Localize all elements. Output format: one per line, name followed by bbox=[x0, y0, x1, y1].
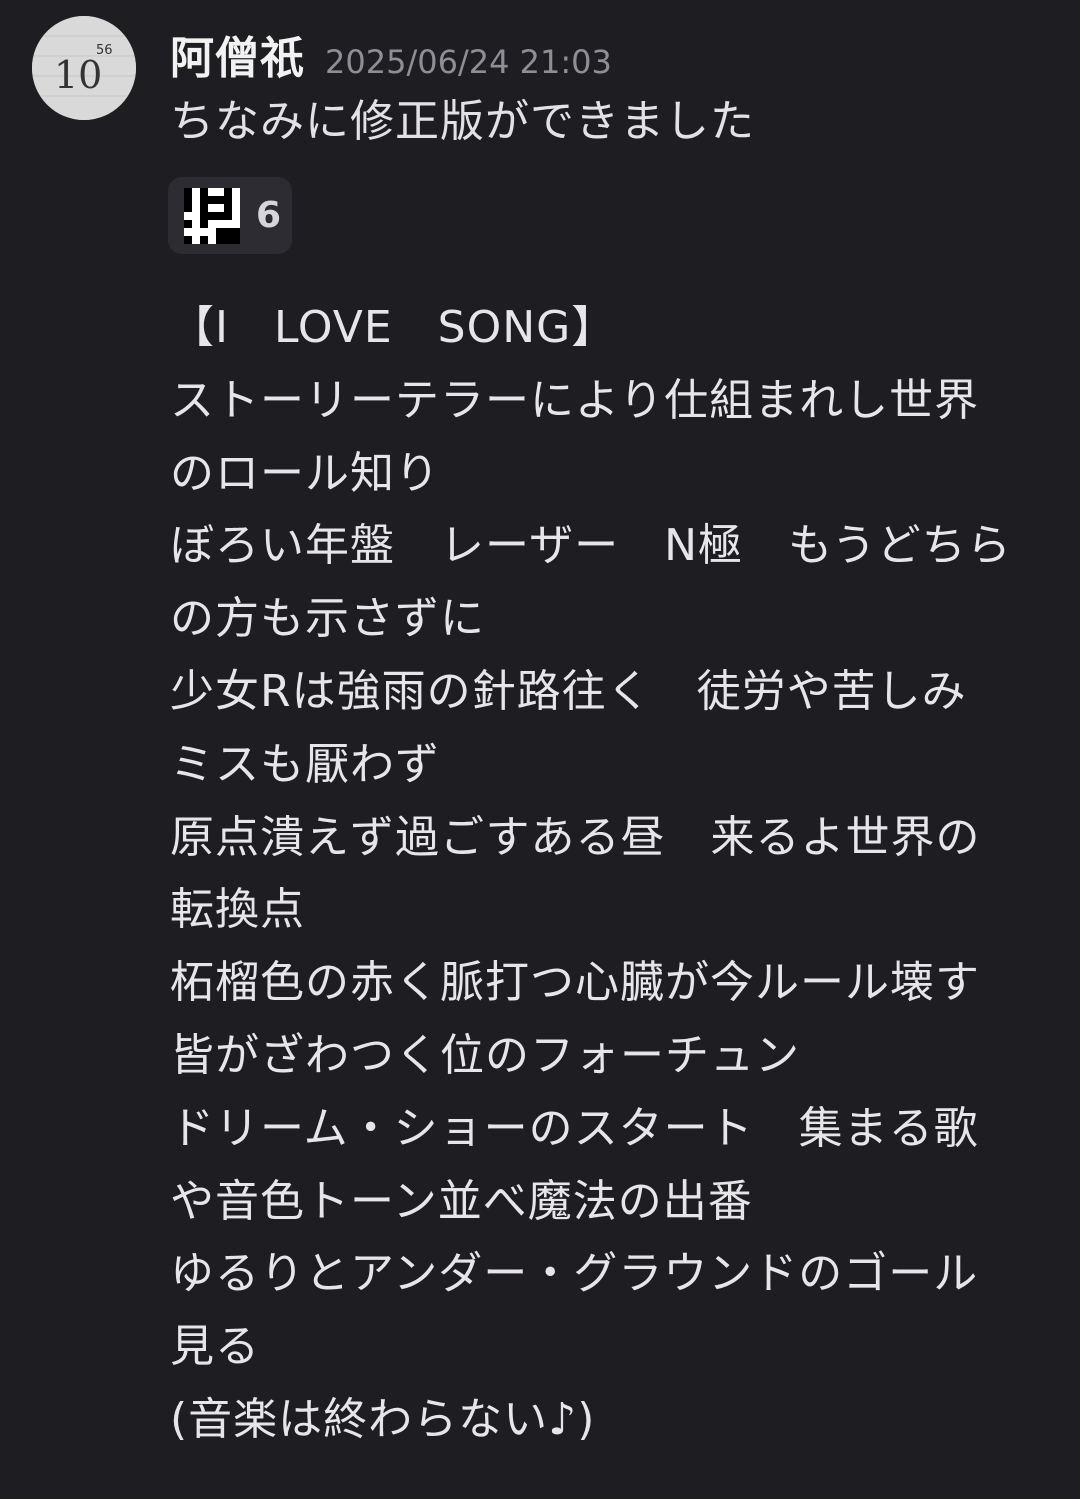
message-header: 阿僧祇 2025/06/24 21:03 bbox=[170, 22, 612, 86]
lyric-line: ストーリーテラーにより仕組まれし世界 bbox=[170, 374, 980, 426]
avatar-superscript: 56 bbox=[96, 43, 113, 58]
lyric-line: ゆるりとアンダー・グラウンドのゴール bbox=[170, 1248, 979, 1300]
message-text: ちなみに修正版ができました bbox=[170, 96, 755, 147]
lyric-line: ぼろい年盤 レーザー N極 もうどちら bbox=[170, 520, 1012, 572]
lyric-line: 転換点 bbox=[170, 884, 305, 936]
lyric-line: 【I LOVE SONG】 bbox=[170, 302, 617, 353]
reaction-count: 6 bbox=[256, 195, 282, 236]
lyric-line: ドリーム・ショーのスタート 集まる歌 bbox=[170, 1102, 979, 1154]
pixel-kanji-emoji-icon bbox=[184, 187, 240, 244]
lyric-line: 少女Rは強雨の針路往く 徒労や苦しみ bbox=[170, 665, 967, 717]
lyric-line: の方も示さずに bbox=[170, 593, 485, 645]
chat-message: 10 56 阿僧祇 2025/06/24 21:03 ちなみに修正版ができました… bbox=[0, 0, 1080, 1499]
lyric-line: 見る bbox=[170, 1321, 260, 1373]
lyric-line: ミスも厭わず bbox=[170, 738, 440, 790]
reaction-button[interactable]: 6 bbox=[168, 177, 292, 254]
avatar[interactable]: 10 56 bbox=[32, 16, 136, 120]
lyric-line: (音楽は終わらない♪) bbox=[170, 1393, 596, 1445]
lyric-line: のロール知り bbox=[170, 447, 440, 499]
avatar-image: 10 56 bbox=[32, 16, 136, 120]
timestamp[interactable]: 2025/06/24 21:03 bbox=[325, 43, 612, 81]
lyric-line: 柘榴色の赤く脈打つ心臓が今ルール壊す bbox=[170, 957, 980, 1009]
avatar-main-text: 10 bbox=[54, 53, 102, 97]
lyric-line: 皆がざわつく位のフォーチュン bbox=[170, 1029, 800, 1081]
lyrics-text: 【I LOVE SONG】 ストーリーテラーにより仕組まれし世界 のロール知り … bbox=[170, 292, 1060, 1457]
author-name[interactable]: 阿僧祇 bbox=[170, 22, 305, 86]
lyric-line: や音色トーン並べ魔法の出番 bbox=[170, 1175, 753, 1227]
lyric-line: 原点潰えず過ごすある昼 来るよ世界の bbox=[170, 811, 981, 863]
